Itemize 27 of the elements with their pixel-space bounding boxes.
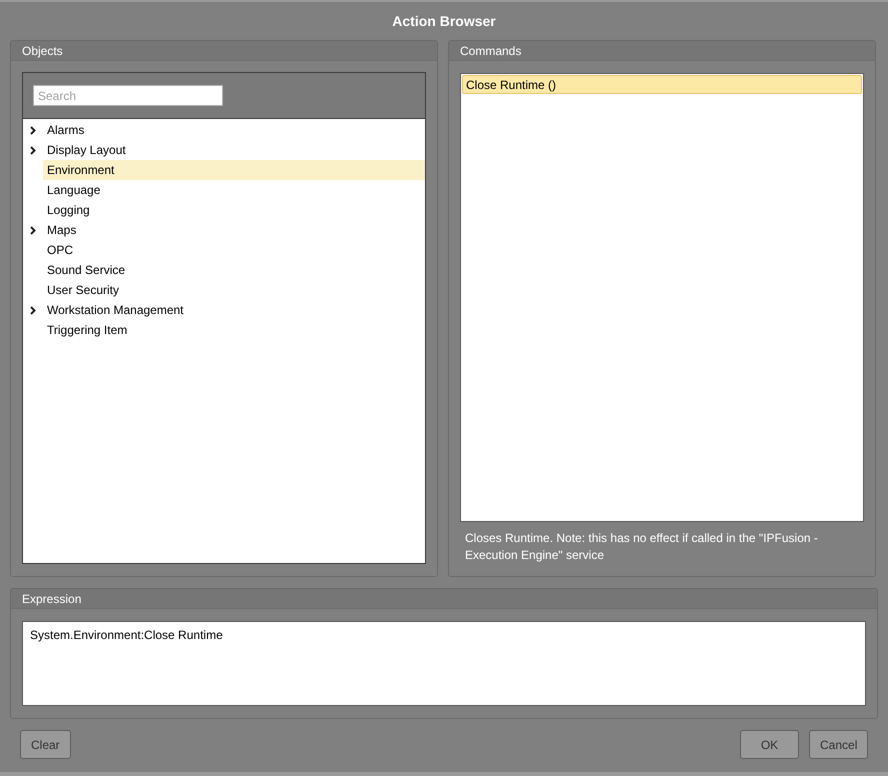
chevron-right-icon[interactable]: [30, 306, 36, 314]
panel-title: Objects: [22, 42, 63, 60]
panel-title: Expression: [22, 590, 82, 608]
tree-item[interactable]: Sound Service: [43, 260, 425, 280]
tree-item[interactable]: OPC: [43, 240, 425, 260]
tree-item[interactable]: Environment: [43, 160, 425, 180]
tree-item[interactable]: User Security: [43, 280, 425, 300]
command-description: Closes Runtime. Note: this has no effect if called in the "IPFusion - Execution Engine" service: [465, 530, 819, 564]
chevron-right-icon[interactable]: [30, 146, 36, 154]
tree-item[interactable]: Alarms: [43, 120, 425, 140]
tree-item[interactable]: Workstation Management: [43, 300, 425, 320]
tree-item[interactable]: Triggering Item: [43, 320, 425, 340]
dialog-button[interactable]: Clear: [20, 730, 71, 759]
tree-item[interactable]: Language: [43, 180, 425, 200]
tree-item[interactable]: Display Layout: [43, 140, 425, 160]
dialog-button[interactable]: Cancel: [809, 730, 868, 759]
search-field[interactable]: Search: [33, 85, 223, 106]
tree-item[interactable]: Logging: [43, 200, 425, 220]
dialog-button[interactable]: OK: [740, 730, 799, 759]
command-item[interactable]: Close Runtime (): [462, 75, 862, 94]
expression-field[interactable]: System.Environment:Close Runtime: [22, 621, 866, 706]
chevron-right-icon[interactable]: [30, 226, 36, 234]
panel-title: Commands: [460, 42, 522, 60]
chevron-right-icon[interactable]: [30, 126, 36, 134]
tree-item[interactable]: Maps: [43, 220, 425, 240]
window-title: Action Browser: [392, 12, 496, 30]
expression-text: System.Environment:Close Runtime: [30, 628, 223, 642]
